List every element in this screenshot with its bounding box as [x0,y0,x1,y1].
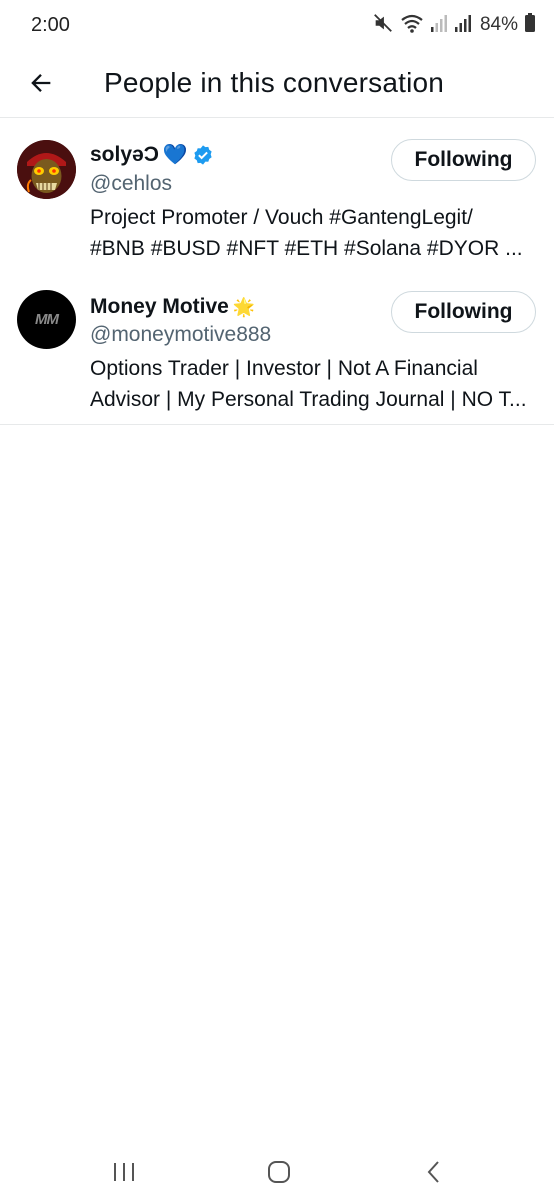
arrow-left-icon [31,74,51,92]
user-row[interactable]: solyəƆ 💙 @cehlos Project Promoter / Vouc… [0,118,554,271]
system-nav-bar [0,1140,554,1200]
recent-apps-icon [114,1163,134,1181]
display-name[interactable]: Money Motive [90,295,229,319]
handle: @cehlos [90,172,173,195]
handle: @moneymotive888 [90,323,272,346]
following-button[interactable]: Following [391,139,536,181]
bio: Options Trader | Investor | Not A Financ… [90,353,538,415]
divider [0,424,554,425]
page-title: People in this conversation [104,67,445,98]
status-time: 2:00 [31,14,70,36]
battery-percent: 84% [479,14,518,35]
verified-badge-icon [194,144,212,165]
name-line: Money Motive 🌟 [90,295,255,319]
battery-icon [524,12,536,38]
bio-line: Advisor | My Personal Trading Journal | … [90,388,527,411]
home-button[interactable] [259,1152,299,1192]
bio-line: Options Trader | Investor | Not A Financ… [90,357,478,380]
signal-icon [430,13,448,38]
status-icons: 84% [372,12,536,39]
back-button[interactable] [22,64,60,102]
bio-line: Project Promoter / Vouch #GantengLegit/ [90,206,473,229]
user-row[interactable]: MM Money Motive 🌟 @moneymotive888 Option… [0,271,554,424]
system-back-button[interactable] [414,1152,454,1192]
blue-heart-icon: 💙 [162,144,188,166]
signal-icon [454,13,472,38]
wifi-icon [400,12,424,39]
back-icon [427,1161,439,1183]
status-bar: 2:00 84% [0,0,554,50]
avatar[interactable] [17,140,76,199]
following-button[interactable]: Following [391,291,536,333]
mute-icon [372,12,394,39]
bio: Project Promoter / Vouch #GantengLegit/ … [90,202,538,264]
glowing-star-icon: 🌟 [232,296,256,317]
recent-apps-button[interactable] [104,1152,144,1192]
header: People in this conversation [0,50,554,118]
avatar[interactable]: MM [17,290,76,349]
name-line: solyəƆ 💙 [90,142,214,167]
avatar-logo-text: MM [35,311,59,328]
bio-line: #BNB #BUSD #NFT #ETH #Solana #DYOR ... [90,237,523,260]
display-name[interactable]: solyəƆ [90,143,159,167]
home-icon [268,1161,290,1183]
